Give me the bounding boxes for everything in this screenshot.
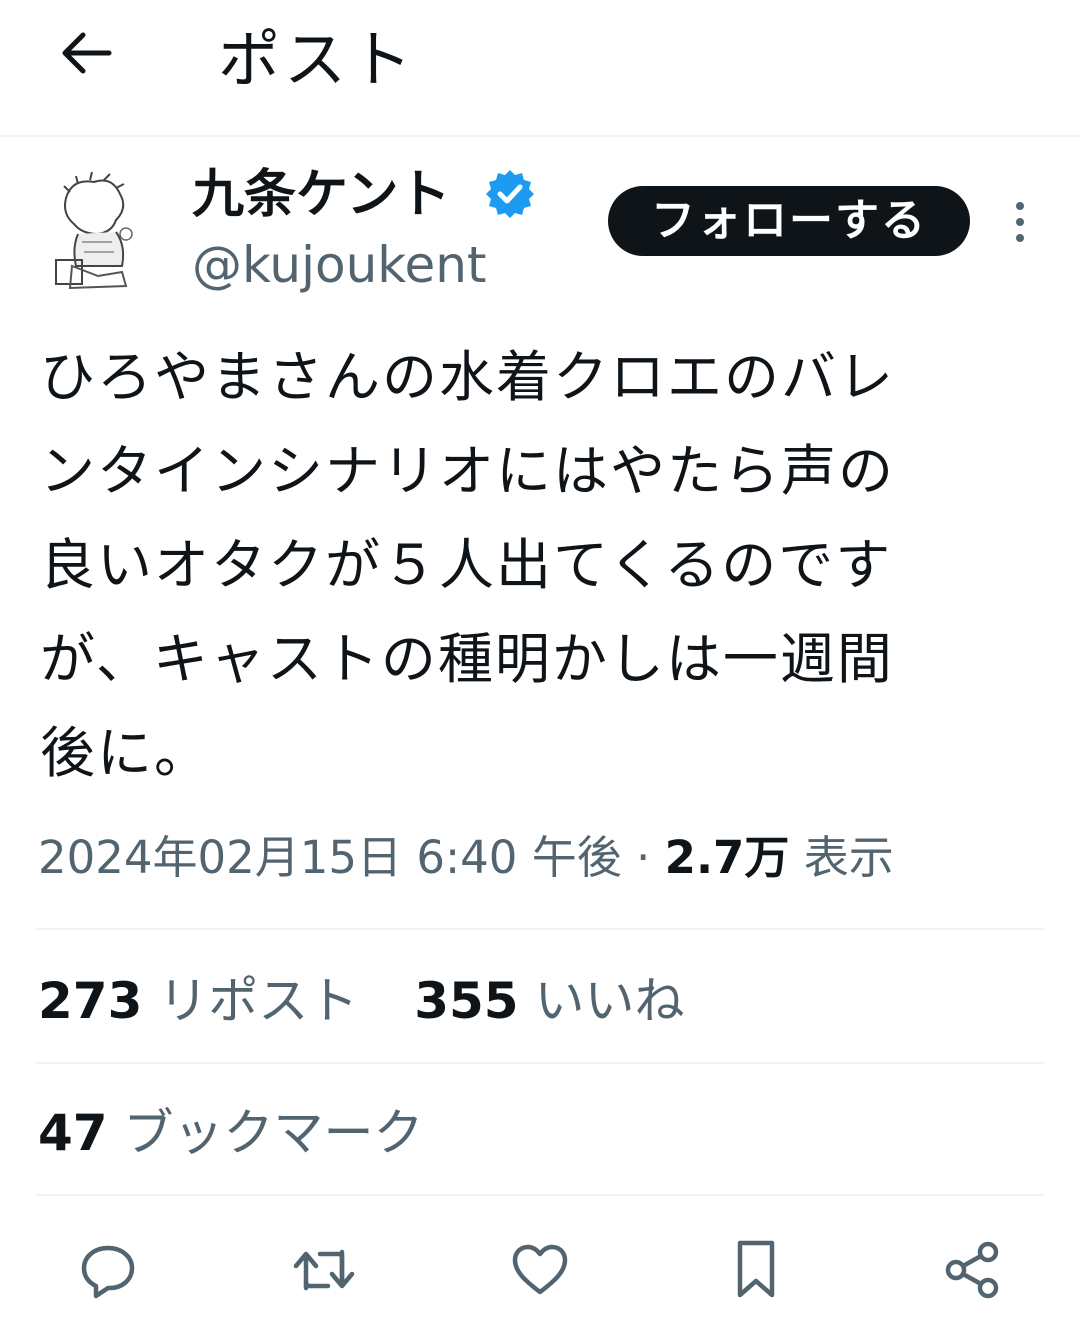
like-button[interactable] (508, 1238, 572, 1302)
more-vertical-icon (1016, 202, 1024, 242)
back-button[interactable] (50, 22, 120, 84)
verified-badge-icon (484, 168, 536, 220)
bookmarks-count: 47 (38, 1104, 108, 1162)
views-count: 2.7万 (664, 831, 790, 884)
reposts-stat[interactable]: 273 リポスト (38, 968, 358, 1034)
display-name[interactable]: 九条ケント (192, 162, 450, 228)
avatar-sketch-image (42, 168, 146, 296)
divider (36, 1062, 1044, 1064)
repost-icon (293, 1249, 355, 1291)
divider (36, 928, 1044, 930)
repost-button[interactable] (292, 1238, 356, 1302)
likes-count: 355 (414, 972, 519, 1030)
likes-stat[interactable]: 355 いいね (414, 968, 684, 1034)
post-text: ひろやまさんの水着クロエのバレ ンタインシナリオにはやたら声の 良いオタクが５人… (40, 345, 896, 785)
post-timestamp[interactable]: 2024年02月15日 6:40 午後 (38, 831, 622, 884)
avatar[interactable] (42, 168, 146, 296)
views-label: 表示 (803, 831, 894, 884)
bookmarks-label: ブックマーク (123, 1104, 424, 1162)
page-title: ポスト (218, 23, 417, 96)
bookmarks-stat[interactable]: 47 ブックマーク (38, 1100, 424, 1166)
divider (36, 1194, 1044, 1196)
likes-label: いいね (534, 972, 685, 1030)
reply-button[interactable] (76, 1238, 140, 1302)
bookmark-button[interactable] (724, 1238, 788, 1302)
header-divider (0, 135, 1080, 137)
arrow-left-icon (62, 32, 112, 74)
reposts-label: リポスト (158, 972, 359, 1030)
follow-button[interactable]: フォローする (608, 186, 970, 256)
top-bar: ポスト (0, 0, 1080, 136)
reposts-count: 273 (38, 972, 143, 1030)
post-meta: 2024年02月15日 6:40 午後 · 2.7万 表示 (38, 826, 894, 890)
engagement-stats: 273 リポスト 355 いいね (38, 968, 724, 1034)
like-icon (512, 1244, 568, 1295)
share-button[interactable] (940, 1238, 1004, 1302)
share-icon (945, 1241, 999, 1299)
reply-icon (81, 1245, 135, 1299)
user-handle[interactable]: @kujoukent (192, 234, 487, 296)
meta-separator: · (636, 831, 651, 884)
action-bar (0, 1228, 1080, 1308)
more-options-button[interactable] (1004, 198, 1036, 246)
bookmark-icon (737, 1240, 775, 1298)
